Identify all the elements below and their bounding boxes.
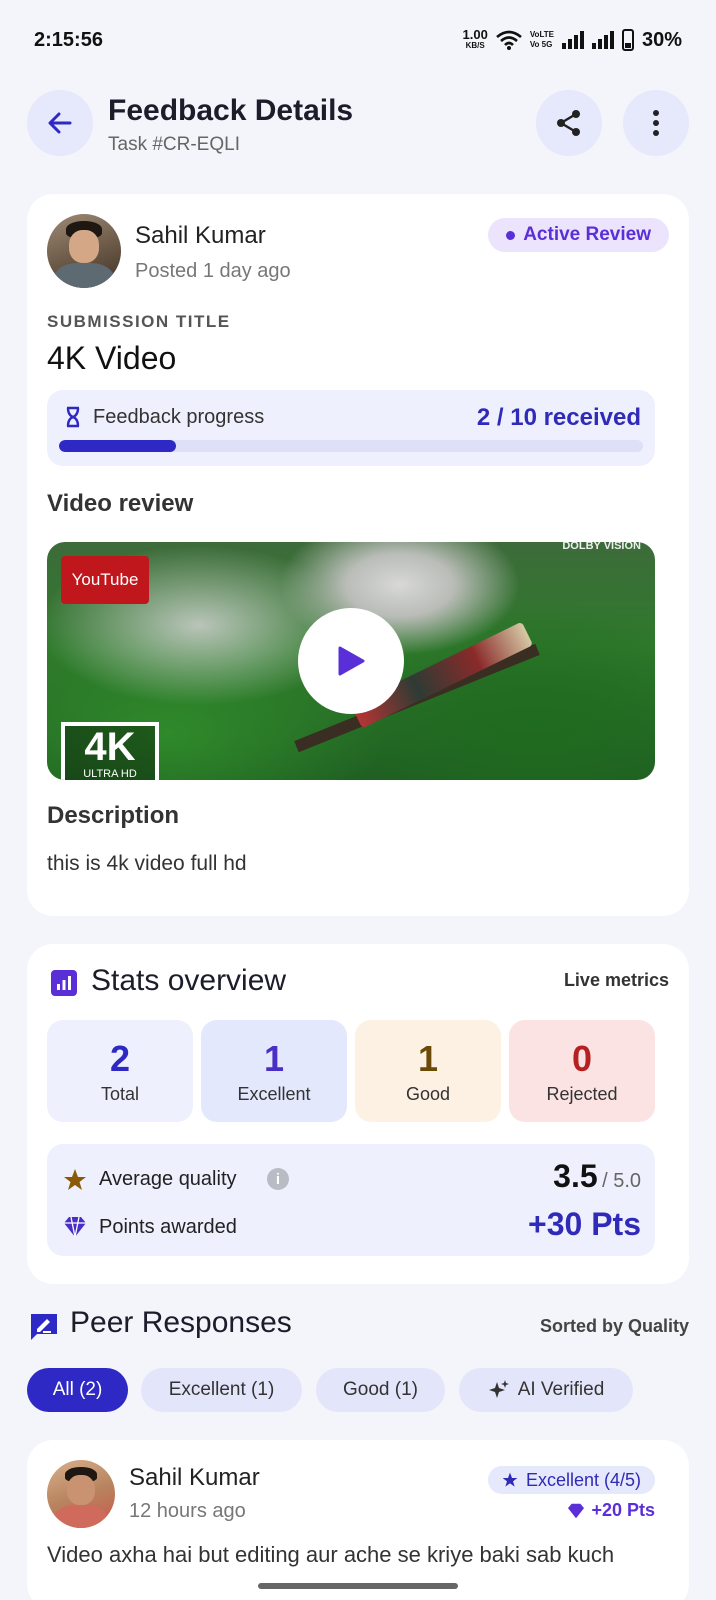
filter-chip-label: All (2) [52,1379,103,1400]
stat-label: Total [100,1084,140,1104]
video-review-heading: Video review [47,490,194,517]
submission-title: 4K Video [47,340,177,376]
stat-value: 0 [571,1038,593,1079]
submission-title-label: SUBMISSION TITLE [47,312,231,331]
page-title: Feedback Details [108,94,354,127]
stat-label: Rejected [546,1084,618,1104]
network-speed: 1.00 KB/S [462,27,488,51]
star-icon [64,1169,86,1190]
status-icons: 1.00 KB/S VoLTE Vo 5G 30% [462,27,682,52]
video-player[interactable]: YouTube DOLBY VISION 4K ULTRA HD [47,542,655,780]
description-text: this is 4k video full hd [47,852,247,875]
posted-time: Posted 1 day ago [135,260,291,282]
stat-label: Good [405,1084,451,1104]
dolby-vision-label: DOLBY VISION [562,542,641,552]
signal-icon [561,31,584,49]
points-awarded-value: +30 Pts [528,1206,641,1242]
info-icon[interactable]: i [267,1168,289,1190]
stats-card: Stats overview Live metrics 2 Total 1 Ex… [27,944,689,1284]
more-vertical-icon [653,110,659,136]
average-quality-max: / 5.0 [602,1170,641,1192]
signal-icon [591,31,614,49]
average-quality-value-group: 3.5 / 5.0 [553,1158,641,1195]
volte-indicator: VoLTE Vo 5G [530,30,554,50]
status-dot [506,230,516,240]
stat-value: 1 [263,1038,285,1079]
stat-label: Excellent [237,1084,311,1104]
average-quality-label: Average quality [99,1168,237,1190]
rating-badge-label: Excellent (4/5) [525,1469,641,1490]
more-options-button[interactable] [623,90,689,156]
volte-top: VoLTE [529,30,554,39]
network-speed-unit: KB/S [465,41,485,50]
live-metrics-label: Live metrics [563,970,669,990]
back-button[interactable] [27,90,93,156]
average-quality-value: 3.5 [553,1158,598,1194]
stat-tile-total: 2 Total [47,1020,193,1122]
battery-icon [621,29,634,51]
progress-count: 2 / 10 received [476,404,641,431]
ultra-hd-label: ULTRA HD [83,768,137,780]
progress-fill [59,440,176,452]
rating-badge: Excellent (4/5) [487,1466,655,1494]
battery-percent: 30% [641,28,682,51]
response-text: Video axha hai but editing aur ache se k… [47,1542,615,1567]
bar-chart-icon [51,970,77,996]
feedback-icon [31,1314,57,1340]
diamond-icon [568,1503,585,1518]
4k-label: 4K [84,725,136,769]
stat-tile-excellent: 1 Excellent [201,1020,347,1122]
progress-label: Feedback progress [93,406,265,428]
quality-summary: Average quality i 3.5 / 5.0 Points award… [47,1144,655,1256]
stat-value: 1 [417,1038,439,1079]
avatar [47,1460,115,1528]
volte-bottom: Vo 5G [529,40,553,49]
wifi-icon [495,30,522,50]
home-indicator[interactable] [258,1583,458,1589]
response-author: Sahil Kumar [129,1464,260,1491]
diamond-icon [64,1216,86,1238]
status-bar: 2:15:56 1.00 KB/S VoLTE Vo 5G 30% [0,0,716,80]
filter-chip-ai-verified[interactable]: AI Verified [459,1368,633,1412]
stat-tile-rejected: 0 Rejected [509,1020,655,1122]
stats-title: Stats overview [91,964,287,997]
youtube-badge: YouTube [61,556,149,604]
author-name: Sahil Kumar [135,222,266,249]
hourglass-icon [66,406,80,428]
sparkle-icon [488,1380,509,1398]
ultra-hd-badge: 4K ULTRA HD [61,722,159,780]
submission-card: Sahil Kumar Posted 1 day ago Active Revi… [27,194,689,916]
arrow-left-icon [48,112,72,134]
response-card[interactable]: Sahil Kumar 12 hours ago Excellent (4/5)… [27,1440,689,1600]
filter-chip-label: Good (1) [343,1379,418,1400]
sort-label[interactable]: Sorted by Quality [540,1316,689,1337]
play-icon [338,646,365,676]
status-badge: Active Review [488,218,669,252]
avatar [47,214,121,288]
points-awarded-label: Points awarded [99,1216,237,1238]
filter-chip-label: AI Verified [517,1379,605,1400]
status-badge-label: Active Review [523,224,651,245]
status-time: 2:15:56 [34,28,103,51]
share-button[interactable] [536,90,602,156]
play-button[interactable] [298,608,404,714]
filter-chip-good[interactable]: Good (1) [316,1368,445,1412]
network-speed-value: 1.00 [462,27,488,42]
share-icon [557,110,580,136]
response-points: +20 Pts [567,1500,655,1521]
filter-chip-label: Excellent (1) [168,1379,275,1400]
progress-track [59,440,643,452]
feedback-progress: Feedback progress 2 / 10 received [47,390,655,466]
response-points-value: +20 Pts [591,1500,655,1520]
filter-chip-all[interactable]: All (2) [27,1368,128,1412]
description-heading: Description [47,802,180,829]
stat-value: 2 [109,1038,131,1079]
app-header: Feedback Details Task #CR-EQLI [27,90,689,160]
filter-chip-excellent[interactable]: Excellent (1) [141,1368,302,1412]
peer-responses-title: Peer Responses [70,1306,292,1339]
task-id: Task #CR-EQLI [108,134,240,155]
stat-tile-good: 1 Good [355,1020,501,1122]
response-time: 12 hours ago [129,1500,246,1522]
star-icon [502,1472,518,1487]
